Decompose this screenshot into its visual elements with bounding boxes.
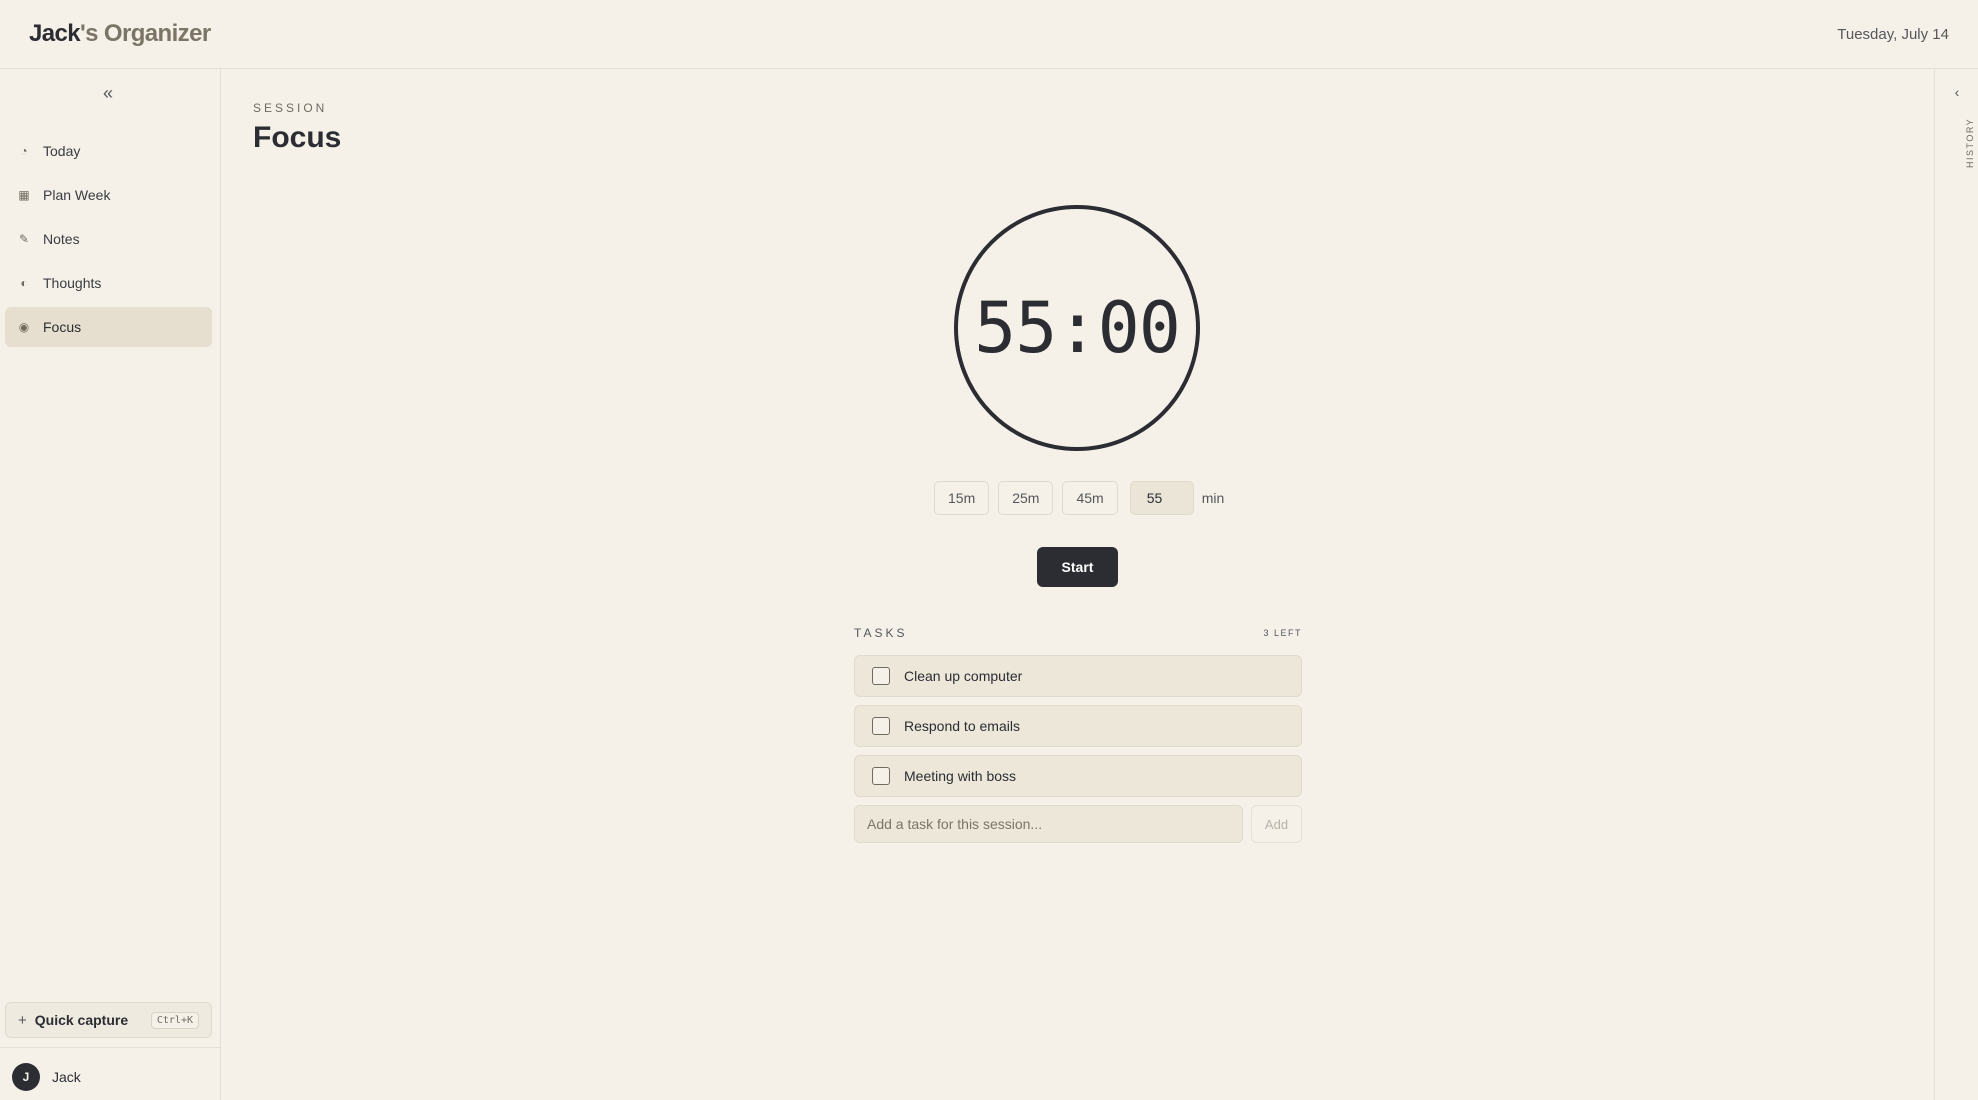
shortcut-badge: Ctrl+K [150, 1011, 199, 1029]
sidebar-item-plan-week[interactable]: ▦ Plan Week [5, 175, 212, 215]
preset-45m-button[interactable]: 45m [1062, 481, 1118, 515]
grid-icon: ▦ [18, 188, 30, 202]
sidebar-nav: ◔ Today ▦ Plan Week ✎ Notes ◐ Thoughts ◉… [5, 131, 212, 351]
sidebar-item-notes[interactable]: ✎ Notes [5, 219, 212, 259]
add-task-row: Add [854, 805, 1302, 843]
avatar: J [12, 1063, 40, 1091]
sidebar-item-label: Notes [43, 231, 80, 247]
collapse-sidebar-icon[interactable]: « [98, 83, 118, 103]
task-list: Clean up computer Respond to emails Meet… [854, 655, 1302, 805]
history-panel: ‹ HISTORY [1934, 69, 1978, 1100]
sidebar: « ◔ Today ▦ Plan Week ✎ Notes ◐ Thoughts… [0, 69, 221, 1100]
add-task-input[interactable] [854, 805, 1243, 843]
app-title: Jack's Organizer [29, 20, 211, 48]
duration-presets: 15m 25m 45m min [934, 481, 1224, 515]
quick-capture-button[interactable]: + Quick capture Ctrl+K [5, 1002, 212, 1038]
top-bar: Jack's Organizer Tuesday, July 14 [0, 0, 1978, 69]
tasks-label: TASKS [854, 626, 908, 640]
half-moon-icon: ◐ [20, 276, 28, 290]
task-label: Respond to emails [904, 718, 1020, 734]
preset-25m-button[interactable]: 25m [998, 481, 1054, 515]
sidebar-item-label: Today [43, 143, 81, 159]
task-label: Clean up computer [904, 668, 1023, 684]
page-title: Focus [253, 121, 342, 154]
timer-ring: 55:00 [954, 205, 1200, 451]
section-label: SESSION [253, 101, 328, 115]
pencil-icon: ✎ [18, 232, 30, 246]
task-item[interactable]: Respond to emails [854, 705, 1302, 747]
start-button[interactable]: Start [1037, 547, 1118, 587]
custom-minutes-input[interactable] [1129, 481, 1194, 515]
task-item[interactable]: Clean up computer [854, 655, 1302, 697]
chevron-left-icon[interactable]: ‹ [1948, 83, 1966, 101]
task-checkbox[interactable] [872, 717, 890, 735]
sidebar-divider [0, 1047, 221, 1048]
quick-capture-label: Quick capture [34, 1012, 129, 1028]
minutes-unit-label: min [1201, 490, 1225, 506]
target-icon: ◉ [18, 320, 30, 334]
tasks-header: TASKS 3 LEFT [854, 626, 1302, 640]
current-date: Tuesday, July 14 [1837, 25, 1949, 43]
preset-15m-button[interactable]: 15m [934, 481, 990, 515]
clock-icon: ◔ [20, 144, 28, 158]
user-profile[interactable]: J Jack [12, 1063, 81, 1091]
sidebar-item-label: Focus [43, 319, 82, 335]
app-title-rest: 's Organizer [80, 20, 211, 47]
add-task-button[interactable]: Add [1251, 805, 1302, 843]
user-name: Jack [52, 1069, 81, 1085]
app-title-first: Jack [29, 20, 81, 47]
timer-display: 55:00 [974, 287, 1181, 369]
sidebar-item-thoughts[interactable]: ◐ Thoughts [5, 263, 212, 303]
sidebar-item-label: Thoughts [43, 275, 102, 291]
sidebar-item-focus[interactable]: ◉ Focus [5, 307, 212, 347]
tasks-remaining-count: 3 LEFT [1263, 628, 1302, 638]
plus-icon: + [18, 1011, 27, 1029]
task-checkbox[interactable] [872, 667, 890, 685]
task-label: Meeting with boss [904, 768, 1017, 784]
history-label[interactable]: HISTORY [1965, 118, 1975, 168]
sidebar-item-label: Plan Week [43, 187, 111, 203]
task-item[interactable]: Meeting with boss [854, 755, 1302, 797]
task-checkbox[interactable] [872, 767, 890, 785]
main-content: SESSION Focus 55:00 15m 25m 45m min Star… [222, 69, 1934, 1100]
sidebar-item-today[interactable]: ◔ Today [5, 131, 212, 171]
